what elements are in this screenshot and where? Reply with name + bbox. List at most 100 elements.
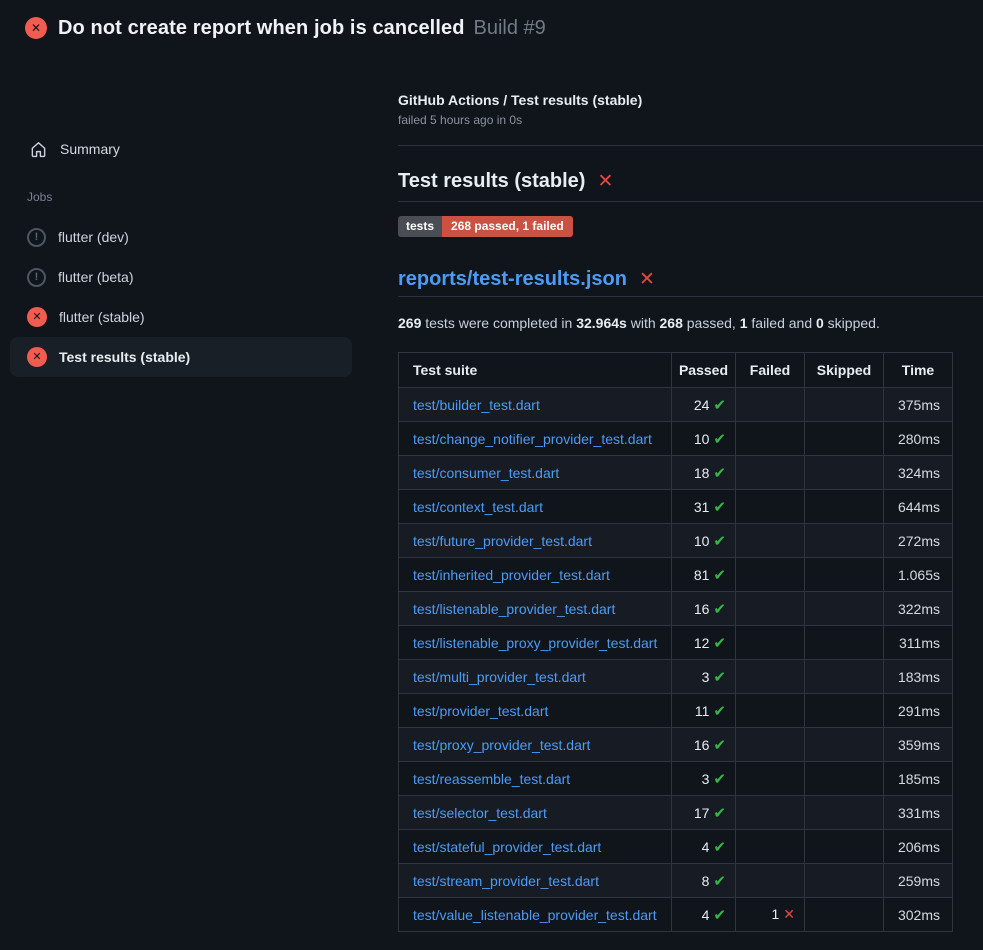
passed-cell: 31✔ xyxy=(672,490,736,524)
check-icon: ✔ xyxy=(713,703,726,720)
test-suite-link[interactable]: test/selector_test.dart xyxy=(413,805,547,821)
skipped-cell xyxy=(805,524,884,558)
skipped-cell xyxy=(805,422,884,456)
check-icon: ✔ xyxy=(713,397,726,414)
table-row: test/future_provider_test.dart10✔272ms xyxy=(399,524,953,558)
failed-icon: ✕ xyxy=(25,17,47,39)
failed-cell xyxy=(736,490,805,524)
test-suite-cell: test/selector_test.dart xyxy=(399,796,672,830)
test-suite-cell: test/context_test.dart xyxy=(399,490,672,524)
sidebar-jobs-heading: Jobs xyxy=(27,190,52,204)
skipped-cell xyxy=(805,694,884,728)
table-row: test/stream_provider_test.dart8✔259ms xyxy=(399,864,953,898)
divider xyxy=(398,145,983,146)
sidebar-item-summary[interactable]: Summary xyxy=(30,136,120,162)
time-cell: 331ms xyxy=(884,796,953,830)
check-icon: ✔ xyxy=(713,431,726,448)
failed-cell xyxy=(736,762,805,796)
sidebar-summary-label: Summary xyxy=(60,141,120,157)
test-suite-link[interactable]: test/reassemble_test.dart xyxy=(413,771,570,787)
passed-count: 11 xyxy=(695,703,710,719)
sidebar-item-flutter-dev[interactable]: !flutter (dev) xyxy=(10,217,352,257)
failed-cell xyxy=(736,796,805,830)
section-title-text: Test results (stable) xyxy=(398,170,585,193)
test-suite-cell: test/stateful_provider_test.dart xyxy=(399,830,672,864)
test-suite-cell: test/consumer_test.dart xyxy=(399,456,672,490)
passed-cell: 11✔ xyxy=(672,694,736,728)
table-row: test/context_test.dart 31✔ 644ms xyxy=(399,490,953,524)
skipped-cell xyxy=(805,626,884,660)
table-body: test/builder_test.dart24✔375mstest/chang… xyxy=(399,388,953,932)
breadcrumb: GitHub Actions / Test results (stable) xyxy=(398,92,642,108)
check-icon: ✔ xyxy=(713,499,726,516)
table-row: test/reassemble_test.dart3✔185ms xyxy=(399,762,953,796)
test-suite-link[interactable]: test/stream_provider_test.dart xyxy=(413,873,599,889)
check-icon: ✔ xyxy=(713,839,726,856)
check-icon: ✔ xyxy=(713,669,726,686)
failed-cell xyxy=(736,456,805,490)
neutral-icon: ! xyxy=(27,268,46,287)
skipped-cell xyxy=(805,660,884,694)
failed-cell xyxy=(736,830,805,864)
table-row: test/listenable_proxy_provider_test.dart… xyxy=(399,626,953,660)
failed-cell xyxy=(736,422,805,456)
passed-count: 17 xyxy=(694,805,710,821)
sidebar-item-flutter-beta[interactable]: !flutter (beta) xyxy=(10,257,352,297)
test-suite-link[interactable]: test/inherited_provider_test.dart xyxy=(413,567,610,583)
failed-count: 1 xyxy=(771,906,779,922)
test-suite-link[interactable]: test/multi_provider_test.dart xyxy=(413,669,586,685)
test-suite-link[interactable]: test/context_test.dart xyxy=(413,499,543,515)
main-content: GitHub Actions / Test results (stable) f… xyxy=(398,0,983,950)
test-suite-link[interactable]: test/stateful_provider_test.dart xyxy=(413,839,601,855)
passed-count: 16 xyxy=(694,737,710,753)
sidebar-item-test-results-stable[interactable]: ✕Test results (stable) xyxy=(10,337,352,377)
failed-cell xyxy=(736,524,805,558)
test-suite-link[interactable]: test/provider_test.dart xyxy=(413,703,548,719)
check-icon: ✔ xyxy=(713,465,726,482)
sidebar-item-flutter-stable[interactable]: ✕flutter (stable) xyxy=(10,297,352,337)
passed-cell: 17✔ xyxy=(672,796,736,830)
table-row: test/inherited_provider_test.dart81✔1.06… xyxy=(399,558,953,592)
test-suite-link[interactable]: test/change_notifier_provider_test.dart xyxy=(413,431,652,447)
table-header-skipped: Skipped xyxy=(805,353,884,388)
check-icon: ✔ xyxy=(713,907,726,924)
sidebar-item-label: flutter (dev) xyxy=(58,229,129,245)
passed-count: 3 xyxy=(702,669,710,685)
passed-count: 24 xyxy=(694,397,710,413)
passed-cell: 3✔ xyxy=(672,762,736,796)
check-icon: ✔ xyxy=(713,737,726,754)
test-suite-cell: test/proxy_provider_test.dart xyxy=(399,728,672,762)
passed-count: 8 xyxy=(702,873,710,889)
skipped-cell xyxy=(805,388,884,422)
test-suite-link[interactable]: test/listenable_proxy_provider_test.dart xyxy=(413,635,657,651)
skipped-cell xyxy=(805,796,884,830)
test-suite-cell: test/builder_test.dart xyxy=(399,388,672,422)
failed-icon: ✕ xyxy=(27,347,47,367)
time-cell: 272ms xyxy=(884,524,953,558)
time-cell: 322ms xyxy=(884,592,953,626)
time-cell: 259ms xyxy=(884,864,953,898)
test-suite-link[interactable]: test/listenable_provider_test.dart xyxy=(413,601,615,617)
check-icon: ✔ xyxy=(713,533,726,550)
test-suite-link[interactable]: test/proxy_provider_test.dart xyxy=(413,737,590,753)
skipped-cell xyxy=(805,728,884,762)
table-header-row: Test suitePassedFailedSkippedTime xyxy=(399,353,953,388)
passed-count: 4 xyxy=(702,907,710,923)
skipped-cell xyxy=(805,864,884,898)
test-suite-link[interactable]: test/future_provider_test.dart xyxy=(413,533,592,549)
test-suite-link[interactable]: test/value_listenable_provider_test.dart xyxy=(413,907,657,923)
table-header-suite: Test suite xyxy=(399,353,672,388)
test-suite-cell: test/listenable_provider_test.dart xyxy=(399,592,672,626)
test-suite-link[interactable]: test/consumer_test.dart xyxy=(413,465,559,481)
report-title-link[interactable]: reports/test-results.json ✕ xyxy=(398,268,655,291)
x-failed-icon: ✕ xyxy=(597,170,613,193)
test-suite-link[interactable]: test/builder_test.dart xyxy=(413,397,540,413)
failed-icon: ✕ xyxy=(27,307,47,327)
skipped-cell xyxy=(805,762,884,796)
time-cell: 359ms xyxy=(884,728,953,762)
table-row: test/builder_test.dart24✔375ms xyxy=(399,388,953,422)
home-icon xyxy=(30,141,47,158)
failed-cell xyxy=(736,558,805,592)
test-results-table: Test suitePassedFailedSkippedTime test/b… xyxy=(398,352,953,932)
time-cell: 644ms xyxy=(884,490,953,524)
